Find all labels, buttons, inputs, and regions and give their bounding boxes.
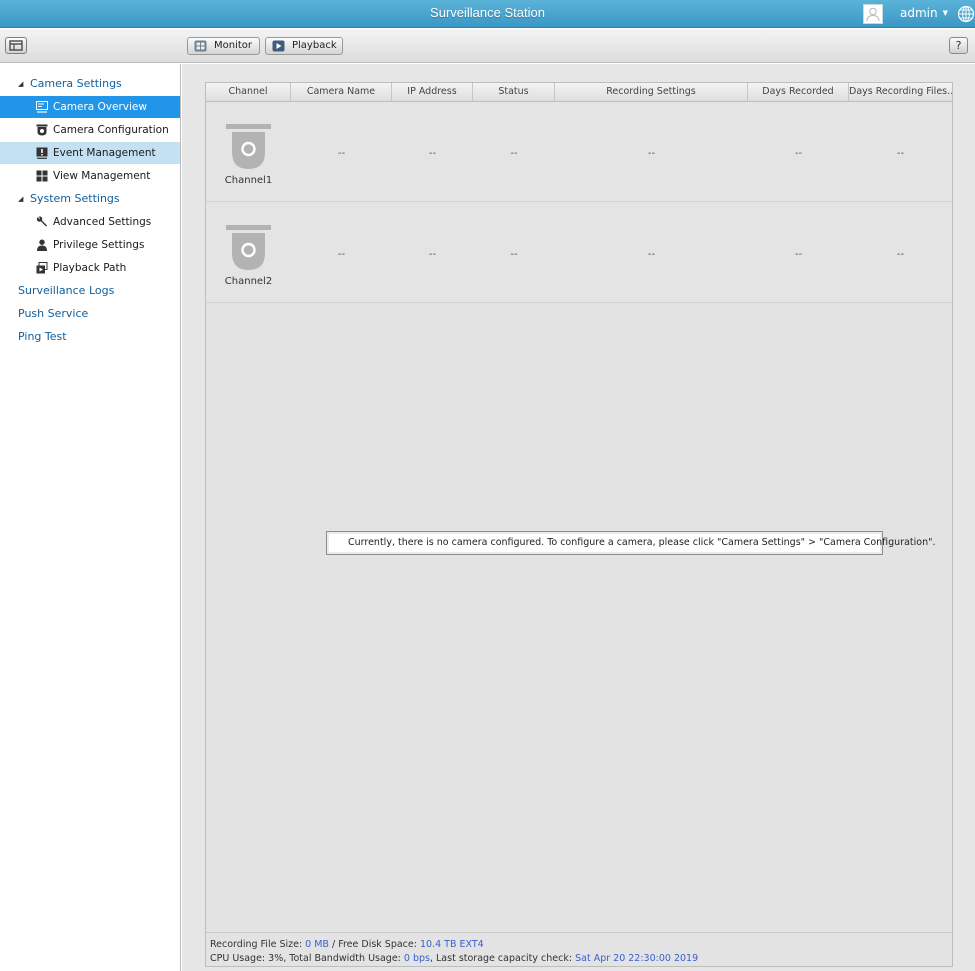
sidebar-item-ping-test[interactable]: Ping Test — [0, 326, 180, 348]
caret-down-icon: ▼ — [942, 9, 948, 17]
folder-play-icon — [36, 262, 48, 274]
grid-view-icon — [36, 170, 48, 182]
column-header-channel[interactable]: Channel — [206, 83, 291, 101]
sidebar-item-label: Surveillance Logs — [18, 284, 115, 297]
main-panel: Channel Camera Name IP Address Status Re… — [182, 64, 975, 971]
grid-header: Channel Camera Name IP Address Status Re… — [206, 83, 952, 102]
no-camera-message: Currently, there is no camera configured… — [326, 531, 936, 555]
triangle-expanded-icon: ◢ — [18, 195, 24, 203]
cell-days-recorded: -- — [794, 148, 803, 159]
column-header-ip-address[interactable]: IP Address — [392, 83, 473, 101]
free-space-value: 10.4 TB EXT4 — [419, 939, 484, 950]
window-menu-icon — [9, 40, 23, 51]
camera-grid: Channel Camera Name IP Address Status Re… — [205, 82, 953, 967]
sidebar-item-label: Push Service — [18, 307, 89, 320]
bandwidth-value: 0 bps — [403, 953, 430, 964]
playback-button[interactable]: Playback — [265, 37, 343, 55]
column-header-days-recording-files[interactable]: Days Recording Files... — [849, 83, 952, 101]
sidebar-item-camera-overview[interactable]: Camera Overview — [0, 96, 180, 118]
monitor-label: Monitor — [214, 40, 253, 51]
cell-days-recording-files: -- — [896, 249, 905, 260]
sidebar-group-label: Camera Settings — [30, 77, 122, 90]
capacity-check-label: , Last storage capacity check: — [429, 953, 576, 964]
title-bar: Surveillance Station admin ▼ — [0, 0, 975, 28]
cell-status: -- — [510, 249, 518, 260]
camera-icon — [226, 225, 271, 270]
play-icon — [272, 40, 285, 52]
column-header-camera-name[interactable]: Camera Name — [291, 83, 392, 101]
user-avatar[interactable] — [863, 4, 883, 24]
cell-recording-settings: -- — [647, 249, 656, 260]
toolbar: Monitor Playback ? — [0, 29, 975, 63]
column-header-recording-settings[interactable]: Recording Settings — [555, 83, 748, 101]
recording-size-value: 0 MB — [305, 939, 329, 950]
free-space-label: / Free Disk Space: — [328, 939, 420, 950]
wrench-icon — [36, 216, 47, 227]
cell-status: -- — [510, 148, 518, 159]
user-name: admin — [900, 6, 938, 20]
user-icon — [866, 7, 880, 22]
sidebar-group-camera-settings[interactable]: ◢ Camera Settings — [0, 73, 180, 95]
status-footer: Recording File Size: 0 MB / Free Disk Sp… — [206, 932, 952, 966]
cell-ip-address: -- — [428, 249, 437, 260]
camera-overview-icon — [36, 101, 48, 113]
sidebar-group-system-settings[interactable]: ◢ System Settings — [0, 188, 180, 210]
sidebar-item-label: Camera Configuration — [53, 124, 169, 136]
cpu-usage-label: CPU Usage: 3%, Total Bandwidth Usage: — [210, 953, 404, 964]
recording-size-label: Recording File Size: — [210, 939, 306, 950]
sidebar-item-push-service[interactable]: Push Service — [0, 303, 180, 325]
window-menu-button[interactable] — [5, 37, 27, 54]
cell-camera-name: -- — [337, 249, 346, 260]
camera-icon — [226, 124, 271, 169]
column-header-days-recorded[interactable]: Days Recorded — [748, 83, 849, 101]
sidebar-item-label: Event Management — [53, 147, 156, 159]
sidebar-item-view-management[interactable]: View Management — [0, 165, 180, 187]
sidebar-item-advanced-settings[interactable]: Advanced Settings — [0, 211, 180, 233]
triangle-expanded-icon: ◢ — [18, 80, 24, 88]
sidebar-item-label: Camera Overview — [53, 101, 147, 113]
monitor-button[interactable]: Monitor — [187, 37, 260, 55]
capacity-check-value: Sat Apr 20 22:30:00 2019 — [575, 953, 699, 964]
app-title: Surveillance Station — [430, 5, 545, 20]
globe-icon[interactable] — [957, 5, 975, 23]
cell-ip-address: -- — [428, 148, 437, 159]
alert-icon — [36, 147, 48, 159]
cell-days-recording-files: -- — [896, 148, 905, 159]
sidebar-item-privilege-settings[interactable]: Privilege Settings — [0, 234, 180, 256]
sidebar-item-label: Ping Test — [18, 330, 67, 343]
sidebar-item-surveillance-logs[interactable]: Surveillance Logs — [0, 280, 180, 302]
sidebar-group-label: System Settings — [30, 192, 120, 205]
column-header-status[interactable]: Status — [473, 83, 555, 101]
sidebar: ◢ Camera Settings Camera Overview Camera… — [0, 64, 181, 971]
sidebar-item-playback-path[interactable]: Playback Path — [0, 257, 180, 279]
playback-label: Playback — [292, 40, 337, 51]
user-menu[interactable]: admin ▼ — [900, 6, 948, 20]
sidebar-item-camera-configuration[interactable]: Camera Configuration — [0, 119, 180, 141]
channel-name: Channel1 — [224, 175, 273, 186]
cell-camera-name: -- — [337, 148, 346, 159]
monitor-icon — [194, 40, 207, 52]
help-button[interactable]: ? — [949, 37, 968, 54]
table-row[interactable]: Channel2 -- -- -- -- -- -- — [206, 203, 952, 303]
user-icon — [37, 239, 47, 251]
sidebar-item-label: View Management — [53, 170, 151, 182]
camera-icon — [36, 124, 48, 136]
table-row[interactable]: Channel1 -- -- -- -- -- -- — [206, 102, 952, 202]
sidebar-item-label: Playback Path — [53, 262, 127, 274]
usage-status-line: CPU Usage: 3%, Total Bandwidth Usage: 0 … — [210, 952, 952, 966]
sidebar-item-label: Advanced Settings — [53, 216, 152, 228]
cell-recording-settings: -- — [647, 148, 656, 159]
sidebar-item-label: Privilege Settings — [53, 239, 145, 251]
cell-days-recorded: -- — [794, 249, 803, 260]
sidebar-item-event-management[interactable]: Event Management — [0, 142, 180, 164]
storage-status-line: Recording File Size: 0 MB / Free Disk Sp… — [210, 938, 952, 952]
channel-name: Channel2 — [224, 276, 273, 287]
